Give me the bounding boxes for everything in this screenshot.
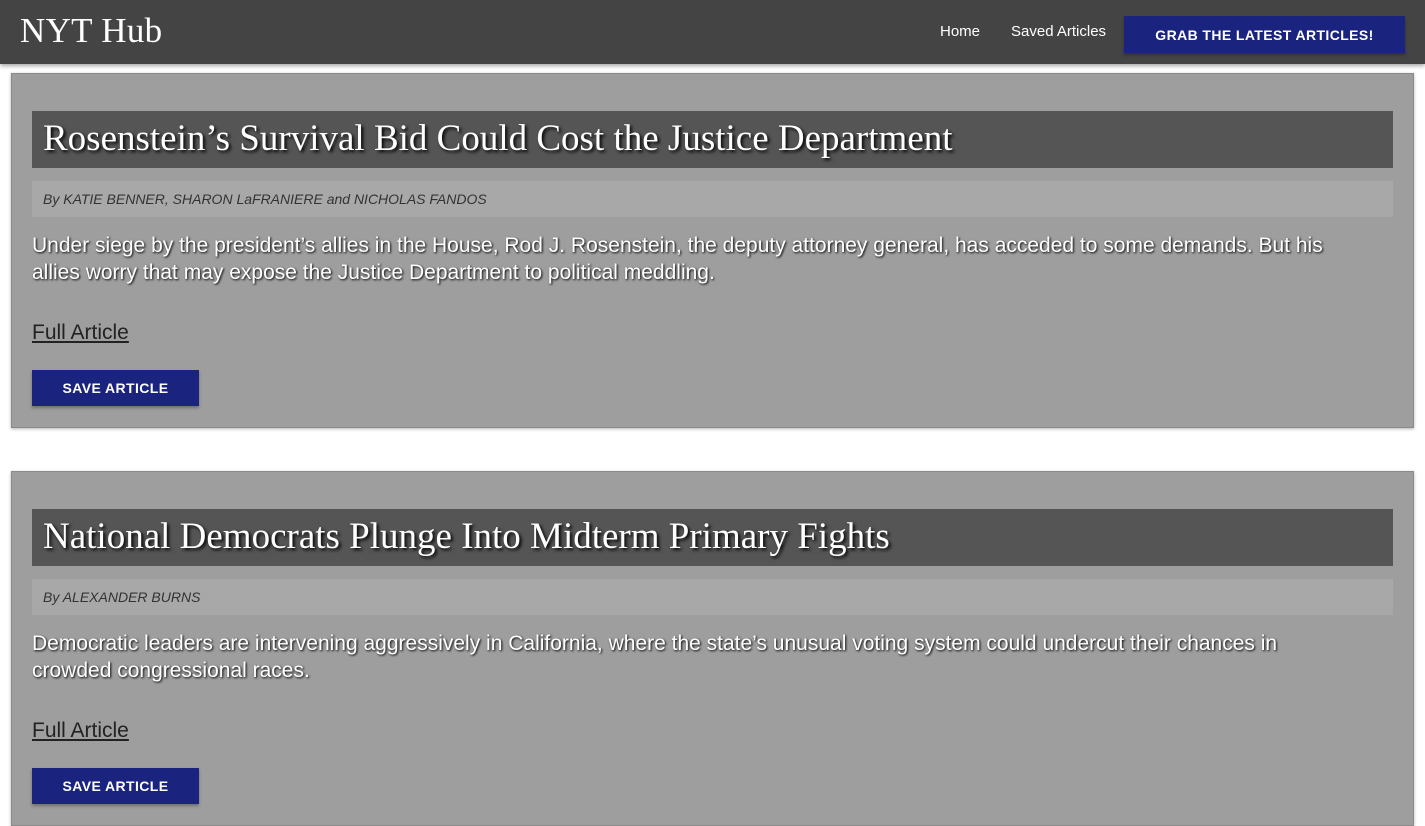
article-headline: National Democrats Plunge Into Midterm P… (43, 516, 890, 557)
article-byline: By KATIE BENNER, SHARON LaFRANIERE and N… (43, 191, 487, 207)
full-article-link[interactable]: Full Article (32, 718, 129, 744)
brand-logo[interactable]: NYT Hub (20, 11, 162, 51)
article-byline-bar: By ALEXANDER BURNS (32, 579, 1393, 615)
article-headline-bar: National Democrats Plunge Into Midterm P… (32, 509, 1393, 566)
save-article-button[interactable]: SAVE ARTICLE (32, 768, 199, 804)
article-headline-bar: Rosenstein’s Survival Bid Could Cost the… (32, 111, 1393, 168)
full-article-link[interactable]: Full Article (32, 320, 129, 346)
nav-home-link[interactable]: Home (940, 22, 980, 42)
article-byline-bar: By KATIE BENNER, SHARON LaFRANIERE and N… (32, 181, 1393, 217)
article-headline: Rosenstein’s Survival Bid Could Cost the… (43, 118, 953, 159)
article-card: Rosenstein’s Survival Bid Could Cost the… (11, 73, 1414, 428)
grab-latest-articles-button[interactable]: GRAB THE LATEST ARTICLES! (1124, 16, 1405, 53)
article-summary: Under siege by the president’s allies in… (32, 234, 1323, 284)
article-byline: By ALEXANDER BURNS (43, 589, 201, 605)
top-navbar: NYT Hub Home Saved Articles GRAB THE LAT… (0, 0, 1425, 64)
article-summary: Democratic leaders are intervening aggre… (32, 632, 1278, 682)
article-card: National Democrats Plunge Into Midterm P… (11, 471, 1414, 826)
save-article-button[interactable]: SAVE ARTICLE (32, 370, 199, 406)
nav-saved-articles-link[interactable]: Saved Articles (1011, 22, 1106, 42)
